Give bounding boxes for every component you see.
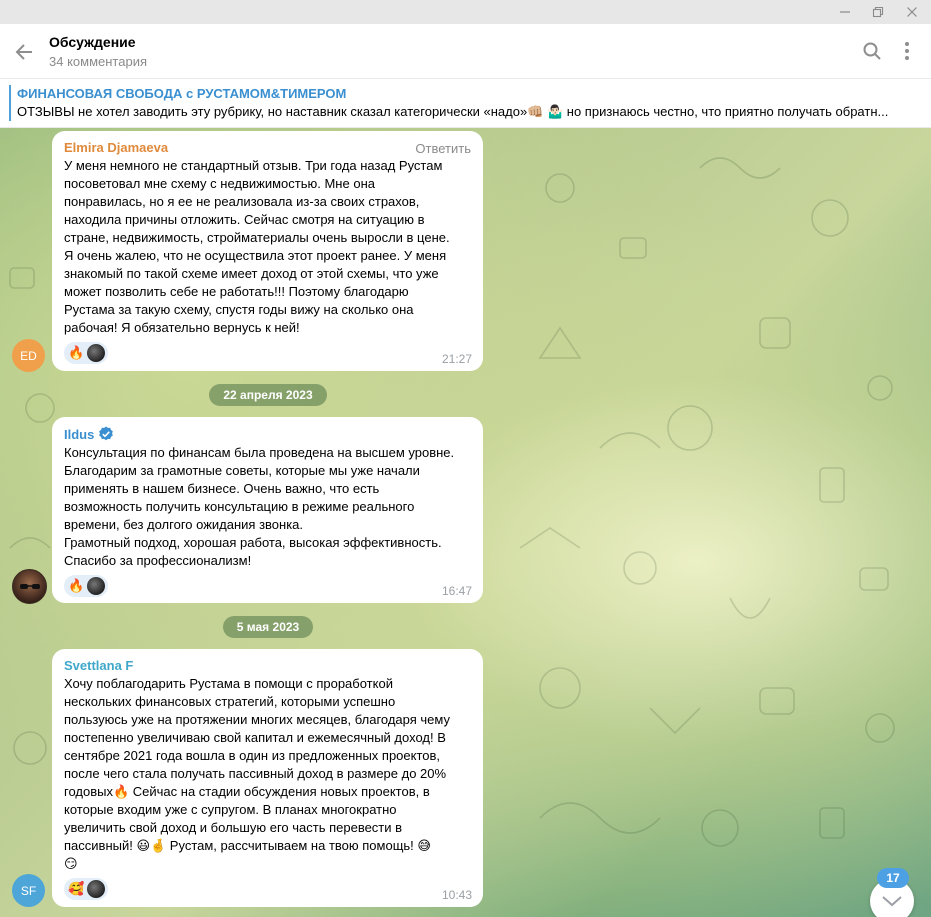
avatar[interactable]: ED [12,339,45,372]
reactor-avatar [87,880,106,898]
reactions: 🔥 [64,342,471,364]
date-separator: 22 апреля 2023 [209,384,327,406]
back-button[interactable] [10,38,38,66]
reaction-emoji: 🔥 [68,345,85,360]
restore-icon [872,6,884,18]
avatar[interactable] [12,569,47,604]
sender-row: Ildus [64,426,471,442]
post-preview-text: ОТЗЫВЫ не хотел заводить эту рубрику, но… [17,104,889,119]
message-time: 10:43 [441,888,472,902]
restore-button[interactable] [861,0,895,24]
avatar-initials: ED [20,348,37,363]
more-vertical-icon [905,42,909,60]
avatar-photo-icon [19,583,40,589]
chat-header: Обсуждение 34 комментария [0,24,931,79]
quote-bar [9,85,11,121]
sender-name[interactable]: Elmira Djamaeva [64,140,471,155]
reactor-avatar [87,577,106,595]
reaction-button[interactable]: 🥰 [64,878,109,900]
message-bubble[interactable]: Elmira Djamaeva Ответить У меня немного … [52,131,483,371]
message-time: 21:27 [441,352,472,366]
reactions: 🔥 [64,575,471,597]
reaction-emoji: 🥰 [68,881,85,896]
original-post-preview[interactable]: ФИНАНСОВАЯ СВОБОДА с РУСТАМОМ&ТИМЕРОМ ОТ… [0,79,931,128]
unread-count-badge: 17 [877,868,909,888]
close-icon [907,7,917,17]
close-window-button[interactable] [895,0,929,24]
chat-area[interactable]: ED Elmira Djamaeva Ответить У меня немно… [0,128,931,917]
reactions: 🥰 [64,878,471,900]
reaction-emoji: 🔥 [68,578,85,593]
message-text: Консультация по финансам была проведена … [64,445,455,568]
reaction-button[interactable]: 🔥 [64,342,109,364]
arrow-left-icon [15,44,32,60]
sender-name[interactable]: Svettlana F [64,658,471,673]
search-button[interactable] [859,38,885,64]
reaction-button[interactable]: 🔥 [64,575,109,597]
message-text: У меня немного не стандартный отзыв. Три… [64,158,450,335]
avatar[interactable]: SF [12,874,45,907]
more-menu-button[interactable] [894,38,920,64]
verified-badge-icon [99,426,114,441]
message-bubble[interactable]: Ildus Консультация по финансам была пров… [52,417,483,603]
sender-name[interactable]: Ildus [64,427,94,442]
window-titlebar [0,0,931,24]
comment-count: 34 комментария [49,54,147,69]
chevron-down-icon [882,896,902,907]
search-icon [863,42,881,60]
page-title: Обсуждение [49,34,136,50]
reactor-avatar [87,344,106,362]
date-separator: 5 мая 2023 [223,616,313,638]
message-text: Хочу поблагодарить Рустама в помощи с пр… [64,676,450,871]
channel-name: ФИНАНСОВАЯ СВОБОДА с РУСТАМОМ&ТИМЕРОМ [17,86,347,101]
avatar-initials: SF [20,883,37,898]
message-time: 16:47 [441,584,472,598]
message-bubble[interactable]: Svettlana F Хочу поблагодарить Рустама в… [52,649,483,907]
minimize-icon [840,11,850,13]
reply-button[interactable]: Ответить [415,141,471,156]
minimize-button[interactable] [828,0,862,24]
